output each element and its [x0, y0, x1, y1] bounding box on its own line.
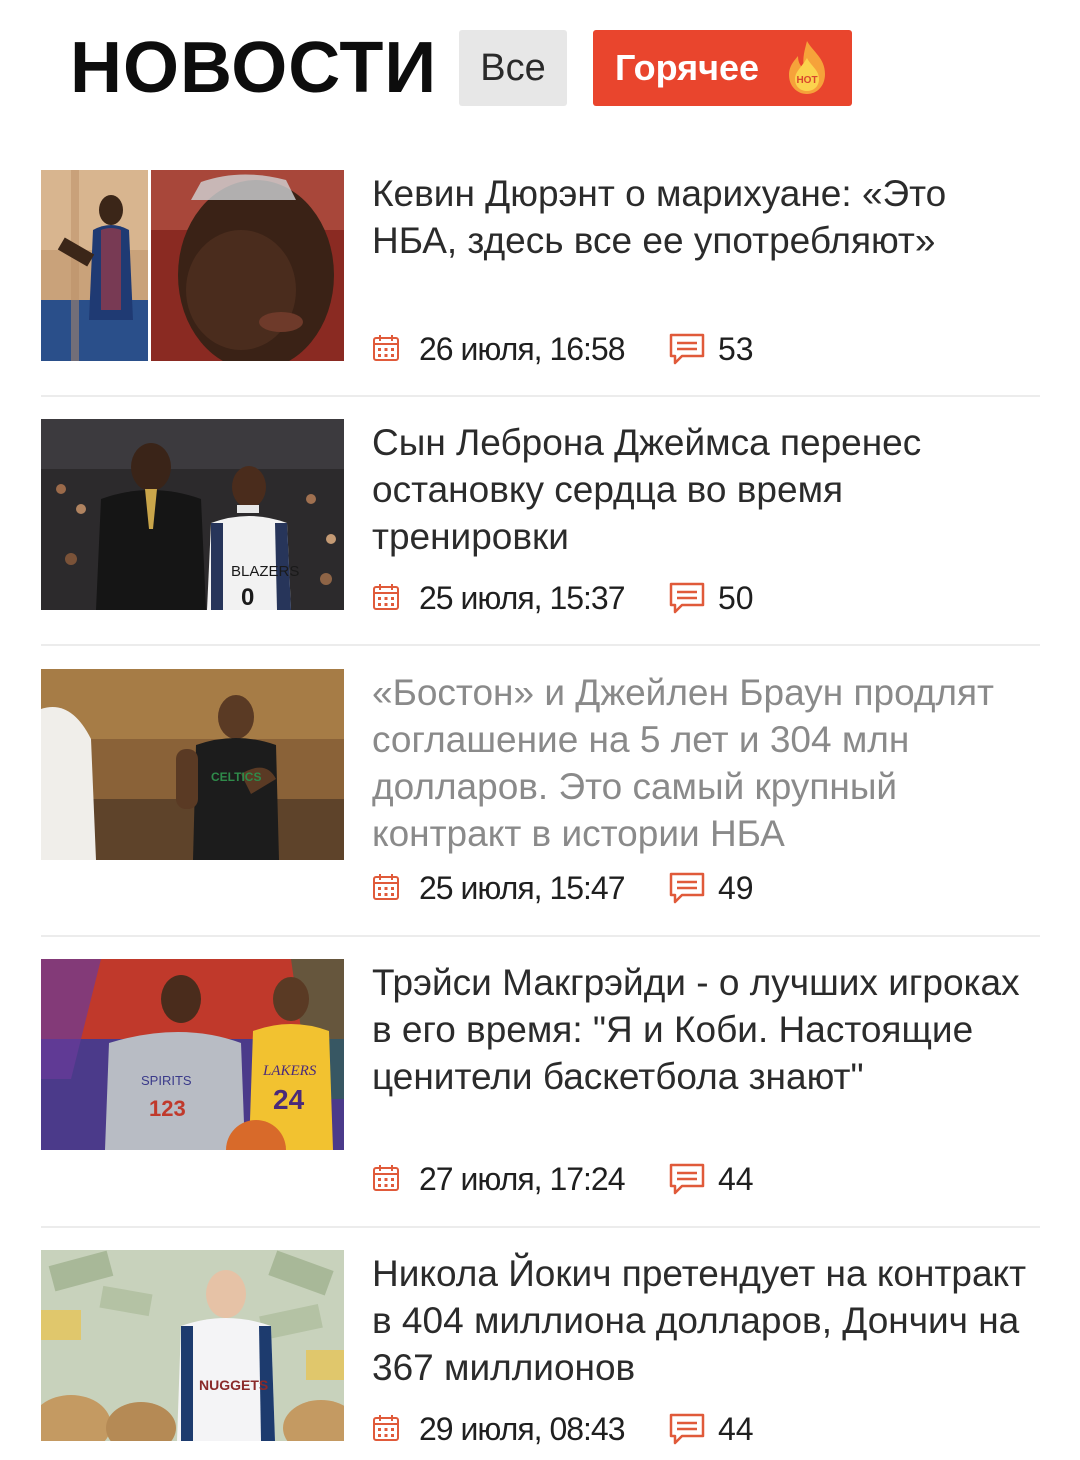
news-item[interactable]: NUGGETS Никола Йокич претендует на контр…: [41, 1250, 1040, 1450]
thumbnail-image: BLAZERS 0: [41, 419, 344, 610]
shirt-text: SPIRITS: [141, 1073, 192, 1088]
calendar-icon: [373, 874, 399, 900]
calendar-icon: [373, 584, 399, 610]
jersey-number: 24: [273, 1084, 305, 1115]
jersey-text: LAKERS: [262, 1063, 317, 1079]
thumbnail-image: NUGGETS: [41, 1250, 344, 1441]
jersey-text: NUGGETS: [199, 1377, 268, 1393]
divider: [41, 1226, 1040, 1228]
flame-icon: HOT: [789, 41, 825, 94]
comment-icon: [669, 333, 705, 365]
news-meta: 26 июля, 16:58 53: [372, 330, 972, 370]
divider: [41, 395, 1040, 397]
jersey-text: CELTICS: [211, 770, 261, 784]
news-headline[interactable]: Кевин Дюрэнт о марихуане: «Это НБА, здес…: [372, 170, 1040, 264]
divider: [41, 644, 1040, 646]
comment-count: 53: [718, 331, 754, 367]
calendar-icon: [373, 1165, 399, 1191]
news-date: 29 июля, 08:43: [419, 1411, 626, 1447]
news-item[interactable]: Кевин Дюрэнт о марихуане: «Это НБА, здес…: [41, 170, 1040, 370]
news-item[interactable]: BLAZERS 0 Сын Леброна Джеймса перенес ос…: [41, 419, 1040, 619]
comment-count: 49: [718, 870, 754, 906]
jersey-text: BLAZERS: [231, 563, 299, 580]
comment-icon: [669, 872, 705, 904]
shirt-number: 123: [149, 1096, 186, 1121]
calendar-icon: [373, 335, 399, 361]
news-date: 26 июля, 16:58: [419, 331, 626, 367]
news-meta: 25 июля, 15:47 49: [372, 869, 972, 909]
divider: [41, 935, 1040, 937]
hot-badge-text: HOT: [796, 75, 817, 86]
news-thumbnail[interactable]: [41, 170, 344, 361]
comment-count: 44: [718, 1411, 754, 1447]
thumbnail-image: CELTICS: [41, 669, 344, 860]
comment-count: 44: [718, 1161, 754, 1197]
news-item[interactable]: SPIRITS 123 LAKERS 24 Трэйси Макгрэйди -…: [41, 959, 1040, 1199]
filter-all-button[interactable]: Все: [459, 30, 567, 106]
news-date: 25 июля, 15:47: [419, 870, 626, 906]
news-headline[interactable]: Никола Йокич претендует на контракт в 40…: [372, 1250, 1040, 1391]
filter-hot-button[interactable]: Горячее HOT: [593, 30, 852, 106]
news-meta: 25 июля, 15:37 50: [372, 579, 972, 619]
news-meta: 29 июля, 08:43 44: [372, 1410, 972, 1450]
news-headline[interactable]: Сын Леброна Джеймса перенес остановку се…: [372, 419, 1040, 560]
comment-count: 50: [718, 580, 754, 616]
news-meta: 27 июля, 17:24 44: [372, 1160, 972, 1200]
news-thumbnail[interactable]: SPIRITS 123 LAKERS 24: [41, 959, 344, 1150]
news-date: 27 июля, 17:24: [419, 1161, 626, 1197]
news-thumbnail[interactable]: BLAZERS 0: [41, 419, 344, 610]
news-item[interactable]: CELTICS «Бостон» и Джейлен Браун продлят…: [41, 669, 1040, 909]
comment-icon: [669, 582, 705, 614]
comment-icon: [669, 1163, 705, 1195]
news-thumbnail[interactable]: CELTICS: [41, 669, 344, 860]
thumbnail-image: SPIRITS 123 LAKERS 24: [41, 959, 344, 1150]
news-headline[interactable]: Трэйси Макгрэйди - о лучших игроках в ег…: [372, 959, 1040, 1100]
news-date: 25 июля, 15:37: [419, 580, 626, 616]
page-title: НОВОСТИ: [70, 28, 438, 108]
jersey-number: 0: [241, 584, 254, 610]
filter-hot-label: Горячее: [615, 47, 760, 88]
calendar-icon: [373, 1415, 399, 1441]
news-thumbnail[interactable]: NUGGETS: [41, 1250, 344, 1441]
news-headline[interactable]: «Бостон» и Джейлен Браун продлят соглаше…: [372, 669, 1040, 857]
comment-icon: [669, 1413, 705, 1445]
thumbnail-image: [41, 170, 344, 361]
header: НОВОСТИ Все Горячее HOT: [0, 0, 1080, 135]
